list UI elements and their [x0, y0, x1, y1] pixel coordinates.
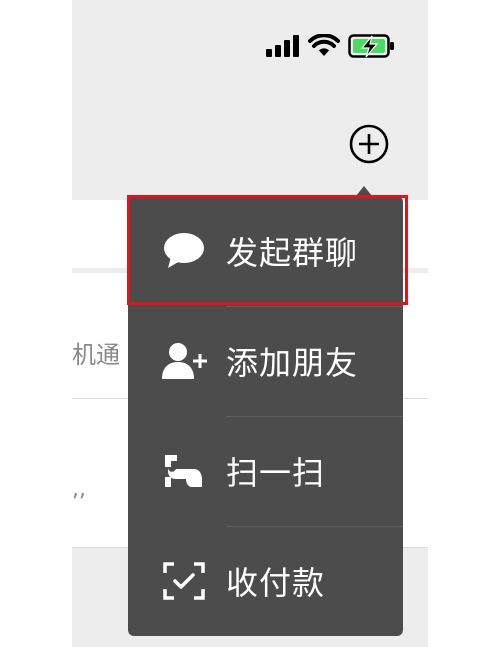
list-item-text: ,,: [72, 477, 86, 502]
menu-item-label: 扫一扫: [226, 454, 326, 492]
chat-bubble-icon: [160, 227, 208, 275]
menu-item-label: 发起群聊: [226, 234, 359, 272]
menu-item-payment[interactable]: 收付款: [128, 526, 403, 636]
menu-item-scan[interactable]: 扫一扫: [128, 416, 403, 526]
add-friend-icon: [160, 337, 208, 385]
menu-item-label: 收付款: [226, 564, 326, 602]
status-bar: [266, 26, 396, 66]
menu-pointer: [356, 186, 372, 196]
menu-item-label: 添加朋友: [226, 344, 359, 382]
add-button[interactable]: [348, 123, 390, 165]
scan-icon: [160, 447, 208, 495]
menu-item-add-friend[interactable]: 添加朋友: [128, 306, 403, 416]
wifi-icon: [308, 34, 340, 58]
signal-icon: [266, 35, 300, 57]
battery-charging-icon: [348, 33, 396, 59]
plus-circle-icon: [348, 123, 390, 165]
menu-item-start-group-chat[interactable]: 发起群聊: [128, 196, 403, 306]
payment-icon: [160, 557, 208, 605]
add-menu-popup: 发起群聊 添加朋友 扫一扫 收付款: [128, 196, 403, 636]
list-item-text: 机通: [72, 341, 120, 369]
